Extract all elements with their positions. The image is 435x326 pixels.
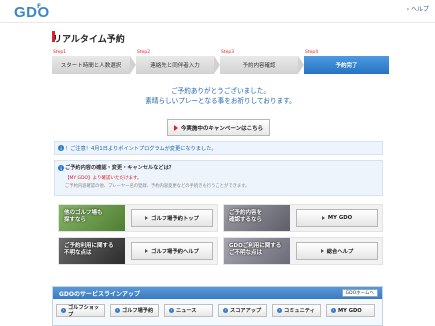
golf-course-image: 他のゴルフ場も 探すなら: [59, 205, 125, 231]
reservation-info-box: i ご予約内容の確認・変更・キャンセルなどは？ 【MY GDO】より確認いただけ…: [54, 160, 383, 196]
arrow-icon: ›: [277, 308, 282, 313]
lineup-title: GDOのサービスラインアップ: [59, 291, 141, 298]
thanks-line-1: ご予約ありがとうございました。: [171, 87, 270, 95]
step-number: Step4: [305, 50, 319, 55]
info-title: ご予約内容の確認・変更・キャンセルなどは？: [65, 165, 174, 171]
banner-caption: 他のゴルフ場も 探すなら: [64, 210, 103, 223]
point-program-notice[interactable]: i ！ご注意！4月1日よりポイントプログラムが変更になりました。: [54, 141, 383, 155]
service-lineup: GDOのサービスラインアップ GDOホームへ › ゴルフショップ › ゴルフ場予約 …: [52, 286, 383, 326]
step-4: Step4 予約完了: [304, 50, 389, 74]
arrow-icon: ›: [331, 308, 336, 313]
banner-course-search: 他のゴルフ場も 探すなら ゴルフ場予約トップ: [58, 204, 218, 232]
arrow-icon: ›: [223, 308, 228, 313]
keyboard-image: GDOご利用に関する ご不明な点は: [224, 238, 290, 264]
arrow-right-icon: [173, 124, 178, 131]
service-news[interactable]: › ニュース: [164, 304, 213, 317]
banner-my-gdo: ご予約内容を 確認するなら MY GDO: [223, 204, 383, 232]
course-reservation-top-button[interactable]: ゴルフ場予約トップ: [131, 209, 213, 227]
banner-course-help: ご予約利用に関する 不明な点は ゴルフ場予約ヘルプ: [58, 237, 218, 265]
step-3: Step3 予約内容確認: [220, 50, 304, 74]
service-course-reservation[interactable]: › ゴルフ場予約: [110, 304, 159, 317]
step-1: Step1 スタート時間と人数選択: [52, 50, 136, 74]
step-label: スタート時間と人数選択: [52, 56, 130, 74]
header-divider: [0, 22, 435, 23]
arrow-right-icon: [321, 216, 325, 220]
my-gdo-button[interactable]: MY GDO: [296, 209, 378, 227]
step-number: Step1: [53, 50, 67, 55]
info-icon: i: [58, 145, 64, 151]
banner-caption: ご予約内容を 確認するなら: [229, 210, 263, 223]
arrow-icon: ›: [169, 308, 174, 313]
golf-ball-image: ご予約利用に関する 不明な点は: [59, 238, 125, 264]
step-number: Step3: [221, 50, 235, 55]
info-description: ご予約内容確認の他、プレーヤー名の登録、予約内容変更などの手続きも行うことができ…: [65, 184, 250, 189]
notice-text: ！ご注意！4月1日よりポイントプログラムが変更になりました。: [65, 145, 217, 152]
pen-image: ご予約内容を 確認するなら: [224, 205, 290, 231]
banner-caption: ご予約利用に関する 不明な点は: [64, 243, 114, 256]
service-my-gdo[interactable]: › MY GDO: [326, 304, 375, 317]
thanks-line-2: 素晴らしいプレーとなる事をお祈りしております。: [145, 97, 296, 105]
my-gdo-link[interactable]: 【MY GDO】より確認いただけます。: [65, 175, 372, 181]
arrow-icon: ›: [61, 308, 66, 313]
step-label-active: 予約完了: [304, 56, 389, 74]
arrow-icon: ›: [115, 308, 120, 313]
page-title: リアルタイム予約: [53, 35, 125, 45]
course-reservation-help-button[interactable]: ゴルフ場予約ヘルプ: [131, 242, 213, 260]
gdo-logo[interactable]: GDO: [14, 4, 50, 21]
general-help-button[interactable]: 総合ヘルプ: [296, 242, 378, 260]
arrow-right-icon: [145, 249, 149, 253]
logo-suffix: F: [37, 3, 42, 10]
campaign-button-label: 今実施中のキャンペーンはこちら: [180, 125, 264, 132]
gdo-home-button[interactable]: GDOホームへ: [341, 289, 378, 297]
banner-caption: GDOご利用に関する ご不明な点は: [229, 243, 282, 256]
arrow-right-icon: [320, 249, 324, 253]
service-community[interactable]: › コミュニティ: [272, 304, 321, 317]
thanks-message: ご予約ありがとうございました。 素晴らしいプレーとなる事をお祈りしております。: [52, 86, 389, 106]
banner-general-help: GDOご利用に関する ご不明な点は 総合ヘルプ: [223, 237, 383, 265]
lineup-header: GDOのサービスラインアップ GDOホームへ: [53, 287, 382, 299]
header: GDO F › ヘルプ: [0, 0, 435, 24]
service-score-up[interactable]: › スコアアップ: [218, 304, 267, 317]
help-link[interactable]: › ヘルプ: [407, 4, 429, 13]
service-golf-shop[interactable]: › ゴルフショップ: [56, 304, 105, 318]
step-progress: Step1 スタート時間と人数選択 Step2 連絡先と同伴者入力 Step3 …: [52, 50, 389, 74]
step-2: Step2 連絡先と同伴者入力: [136, 50, 220, 74]
step-label: 連絡先と同伴者入力: [136, 56, 214, 74]
step-number: Step2: [137, 50, 151, 55]
arrow-right-icon: [145, 216, 149, 220]
info-icon: i: [58, 165, 64, 171]
step-label: 予約内容確認: [220, 56, 298, 74]
campaign-button[interactable]: 今実施中のキャンペーンはこちら: [167, 119, 270, 136]
